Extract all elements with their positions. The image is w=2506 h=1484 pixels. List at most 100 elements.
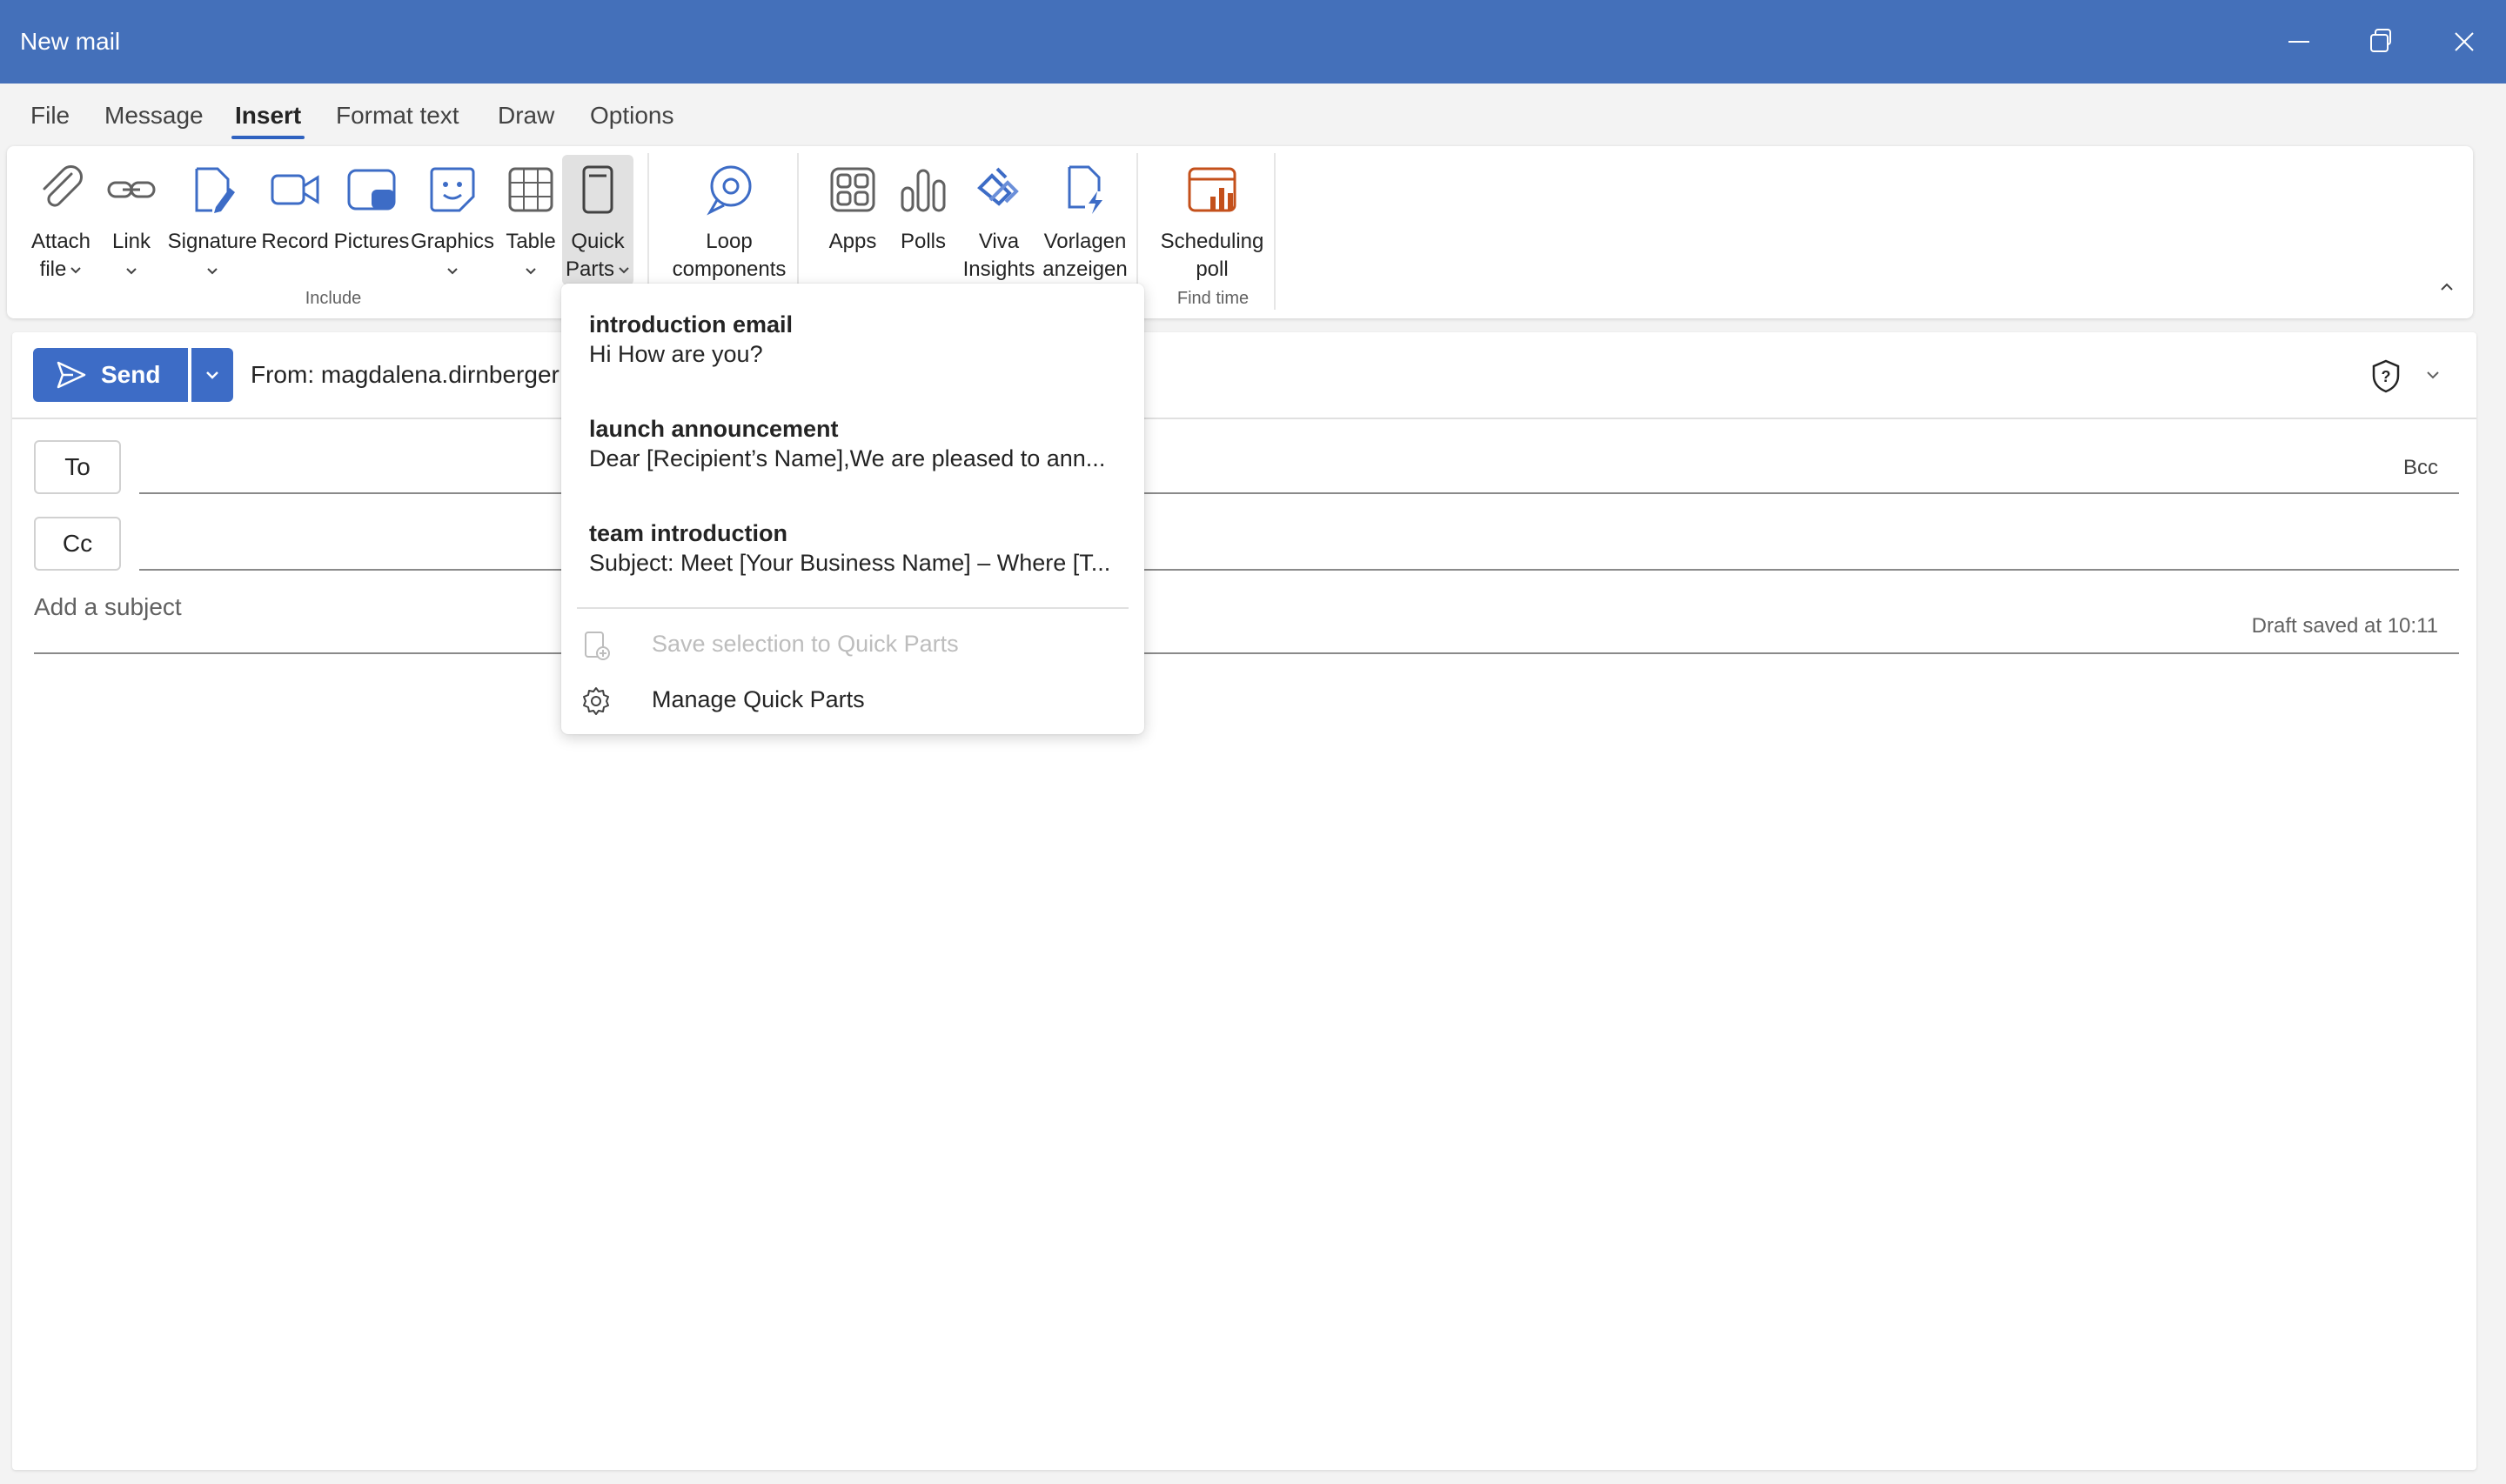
paperclip-icon (43, 165, 83, 207)
send-button[interactable]: Send (33, 348, 188, 402)
link-button[interactable]: Link (101, 155, 162, 285)
video-camera-icon (271, 174, 319, 205)
quick-parts-menu: introduction email Hi How are you? launc… (561, 284, 1144, 734)
restore-icon (2370, 29, 2391, 52)
manage-quick-parts[interactable]: Manage Quick Parts (580, 675, 1120, 724)
scheduling-label-line2: poll (1196, 257, 1229, 281)
tab-file[interactable]: File (30, 96, 70, 136)
close-icon (2455, 32, 2474, 51)
viva-insights-button[interactable]: Viva Insights (955, 155, 1042, 285)
send-icon (57, 361, 86, 389)
quick-parts-label-line2: Parts (565, 257, 614, 281)
loop-components-button[interactable]: Loop components (661, 155, 797, 285)
chevron-down-icon (70, 266, 82, 274)
to-field[interactable] (139, 492, 2459, 494)
viva-label-line1: Viva (978, 230, 1020, 253)
signature-label: Signature (167, 230, 258, 253)
title-bar: New mail (0, 0, 2506, 84)
table-icon (508, 167, 553, 212)
tab-draw[interactable]: Draw (498, 96, 554, 136)
from-field[interactable]: From: magdalena.dirnberger (251, 348, 559, 402)
save-selection-to-quick-parts[interactable]: Save selection to Quick Parts (580, 619, 1120, 668)
quick-part-title: team introduction (589, 520, 787, 546)
chevron-down-icon (126, 268, 137, 275)
link-label: Link (111, 230, 151, 253)
tab-options[interactable]: Options (590, 96, 674, 136)
picture-icon (347, 169, 396, 211)
attach-label-line2: file (39, 257, 67, 281)
compose-pane: Send From: magdalena.dirnberger ? To Bcc… (12, 332, 2476, 1470)
apps-icon (830, 167, 875, 212)
sensitivity-shield-icon[interactable]: ? (2370, 358, 2402, 393)
svg-text:?: ? (2382, 368, 2391, 385)
chevron-down-icon (447, 268, 458, 275)
scheduling-poll-button[interactable]: Scheduling poll (1152, 155, 1272, 285)
tab-format-text[interactable]: Format text (336, 96, 459, 136)
quick-part-preview: Subject: Meet [Your Business Name] – Whe… (589, 550, 1111, 576)
quick-part-item[interactable]: launch announcement Dear [Recipient’s Na… (589, 409, 1118, 496)
polls-label: Polls (900, 230, 947, 253)
table-button[interactable]: Table (496, 155, 566, 285)
window-title: New mail (20, 28, 121, 55)
subject-input[interactable]: Add a subject (34, 593, 182, 621)
pictures-label: Pictures (333, 230, 410, 253)
quick-part-preview: Hi How are you? (589, 341, 763, 367)
record-button[interactable]: Record (256, 155, 334, 285)
scheduling-poll-icon (1188, 167, 1236, 212)
send-options-button[interactable] (191, 348, 233, 402)
restore-button[interactable] (2356, 17, 2405, 66)
send-label: Send (101, 361, 161, 388)
attach-label-line1: Attach (30, 230, 91, 253)
chevron-down-icon (207, 268, 218, 275)
chevron-down-icon[interactable] (2424, 369, 2442, 381)
pictures-button[interactable]: Pictures (329, 155, 414, 285)
ribbon-separator (1274, 153, 1276, 310)
group-label-include: Include (305, 289, 362, 308)
ribbon: Attach file Link Signature Record Pictur… (7, 146, 2473, 318)
chevron-down-icon (206, 371, 218, 379)
save-quick-part-icon (585, 632, 610, 660)
gear-icon (583, 687, 609, 715)
viva-label-line2: Insights (962, 257, 1035, 281)
tab-insert[interactable]: Insert (231, 96, 305, 139)
to-button[interactable]: To (34, 440, 121, 494)
quick-parts-icon (582, 165, 613, 214)
scheduling-label-line1: Scheduling (1160, 230, 1264, 253)
quick-parts-button[interactable]: Quick Parts (562, 155, 633, 285)
cc-button[interactable]: Cc (34, 517, 121, 571)
apps-label: Apps (828, 230, 877, 253)
attach-file-button[interactable]: Attach file (19, 155, 103, 285)
signature-button[interactable]: Signature (162, 155, 263, 285)
vorlagen-label-line2: anzeigen (1042, 257, 1128, 281)
link-icon (107, 181, 156, 198)
graphics-label: Graphics (410, 230, 495, 253)
quick-part-title: launch announcement (589, 416, 839, 442)
collapse-ribbon-icon[interactable] (2436, 277, 2457, 297)
cc-field[interactable] (139, 569, 2459, 571)
quick-parts-label-line1: Quick (571, 230, 625, 253)
vorlagen-anzeigen-button[interactable]: Vorlagen anzeigen (1037, 155, 1133, 285)
menu-tabs: File Message Insert Format text Draw Opt… (0, 84, 2506, 148)
quick-part-item[interactable]: team introduction Subject: Meet [Your Bu… (589, 513, 1118, 600)
loop-label-line1: Loop (706, 230, 753, 253)
viva-insights-icon (977, 167, 1019, 206)
header-divider (12, 418, 2476, 419)
polls-button[interactable]: Polls (891, 155, 955, 285)
vorlagen-label-line1: Vorlagen (1043, 230, 1127, 253)
quick-part-item[interactable]: introduction email Hi How are you? (589, 304, 1118, 391)
bcc-button[interactable]: Bcc (2403, 456, 2438, 480)
save-selection-label: Save selection to Quick Parts (652, 631, 959, 657)
templates-icon (1068, 165, 1102, 214)
menu-separator (577, 607, 1129, 609)
manage-quick-parts-label: Manage Quick Parts (652, 686, 865, 712)
close-button[interactable] (2440, 17, 2489, 66)
apps-button[interactable]: Apps (818, 155, 888, 285)
loop-label-line2: components (672, 257, 787, 281)
polls-icon (901, 169, 946, 212)
draft-status: Draft saved at 10:11 (2251, 614, 2438, 638)
group-label-find-time: Find time (1176, 289, 1250, 308)
quick-part-preview: Dear [Recipient’s Name],We are pleased t… (589, 445, 1106, 471)
tab-message[interactable]: Message (104, 96, 204, 136)
graphics-button[interactable]: Graphics (409, 155, 496, 285)
minimize-button[interactable] (2275, 17, 2323, 66)
